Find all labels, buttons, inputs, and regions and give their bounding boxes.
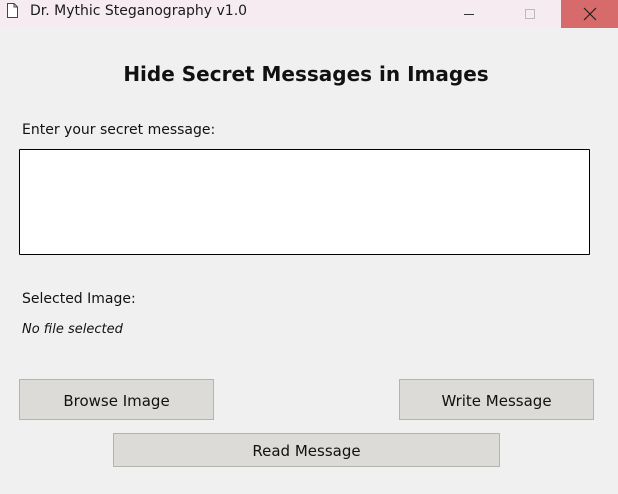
selected-image-label: Selected Image: <box>22 291 136 307</box>
read-message-button[interactable]: Read Message <box>113 433 500 467</box>
minimize-icon <box>464 14 474 15</box>
message-label: Enter your secret message: <box>22 122 216 138</box>
document-icon <box>7 3 18 18</box>
window-title: Dr. Mythic Steganography v1.0 <box>30 3 248 19</box>
maximize-button[interactable] <box>507 0 553 28</box>
minimize-button[interactable] <box>446 0 492 28</box>
maximize-icon <box>525 9 535 19</box>
secret-message-input[interactable] <box>19 149 590 255</box>
close-button[interactable] <box>561 0 618 28</box>
page-title: Hide Secret Messages in Images <box>123 62 489 86</box>
close-icon <box>583 7 596 21</box>
selected-file-status: No file selected <box>22 322 123 337</box>
browse-image-button[interactable]: Browse Image <box>19 379 214 420</box>
title-bar[interactable]: Dr. Mythic Steganography v1.0 <box>0 0 618 28</box>
app-window: Dr. Mythic Steganography v1.0 Hide Secre… <box>0 0 618 494</box>
write-message-button[interactable]: Write Message <box>399 379 594 420</box>
